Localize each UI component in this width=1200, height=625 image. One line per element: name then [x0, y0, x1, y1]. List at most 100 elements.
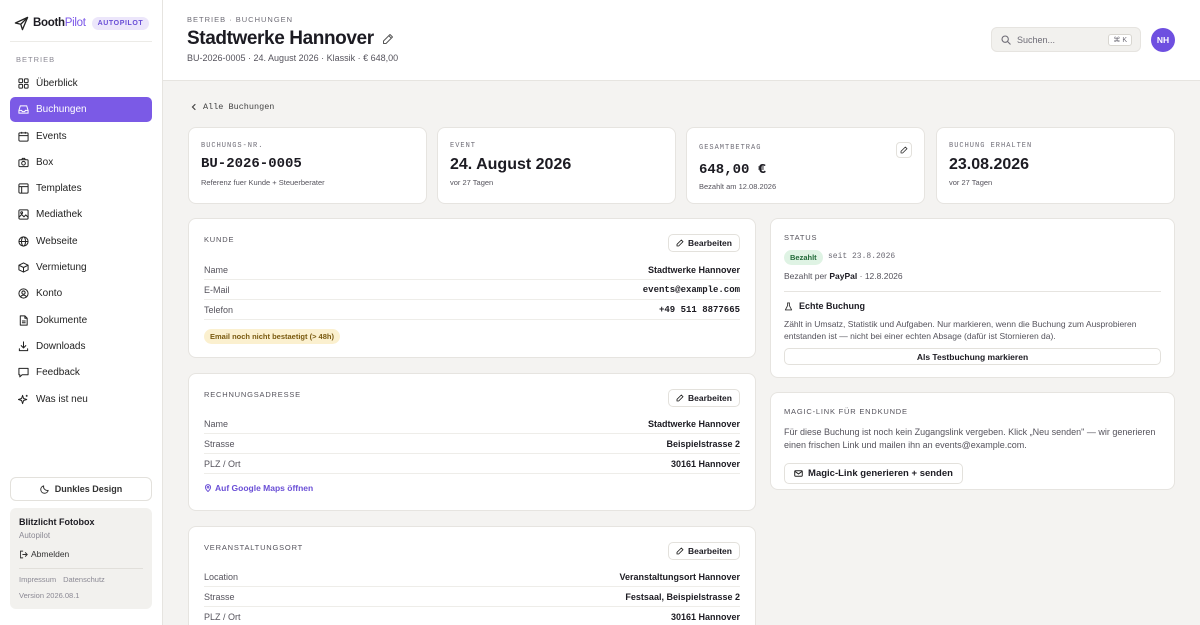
row-value: 30161 Hannover [670, 611, 740, 622]
section-label: VERANSTALTUNGSORT [204, 543, 304, 552]
generate-magic-link-button[interactable]: Magic-Link generieren + senden [784, 463, 963, 484]
sidebar-item-feedback[interactable]: Feedback [10, 360, 152, 385]
edit-venue-button[interactable]: Bearbeiten [668, 542, 740, 560]
sidebar-item-label: Templates [36, 183, 82, 195]
real-booking-description: Zählt in Umsatz, Statistik und Aufgaben.… [784, 319, 1137, 341]
edit-billing-button[interactable]: Bearbeiten [668, 389, 740, 407]
camera-icon [18, 157, 29, 168]
avatar[interactable]: NH [1151, 28, 1175, 52]
row-value: Festsaal, Beispielstrasse 2 [625, 591, 740, 602]
stat-label: BUCHUNG ERHALTEN [949, 142, 1033, 150]
table-row: Telefon +49 511 8877665 [204, 300, 740, 320]
row-key: Strasse [204, 591, 235, 602]
mark-test-booking-button[interactable]: Als Testbuchung markieren [784, 348, 1161, 365]
row-key: Location [204, 571, 239, 582]
paper-plane-icon [14, 16, 29, 30]
search-shortcut: ⌘ K [1108, 34, 1132, 46]
edit-label: Bearbeiten [688, 546, 732, 556]
logout-button[interactable]: Abmelden [19, 549, 143, 559]
table-row: Strasse Beispielstrasse 2 [204, 434, 740, 454]
pencil-icon [900, 146, 908, 154]
sidebar-item-mediathek[interactable]: Mediathek [10, 202, 152, 227]
row-key: Strasse [204, 438, 235, 449]
sidebar-item-vermietung[interactable]: Vermietung [10, 255, 152, 280]
image-icon [18, 209, 29, 221]
sidebar-item-label: Dokumente [36, 314, 88, 326]
stat-value: 648,00 € [699, 162, 767, 178]
app-version: Version 2026.08.1 [19, 591, 80, 600]
page-title-wrap: Stadtwerke Hannover [187, 28, 394, 50]
table-row: Strasse Festsaal, Beispielstrasse 2 [204, 587, 740, 607]
row-key: Telefon [204, 304, 234, 315]
stat-card-event: EVENT 24. August 2026 vor 27 Tagen [437, 127, 676, 204]
sidebar-item-label: Buchungen [36, 104, 87, 116]
brand-logo[interactable]: BoothPilot AUTOPILOT [14, 14, 150, 32]
back-link-label: Alle Buchungen [203, 102, 275, 112]
plan-badge: AUTOPILOT [91, 16, 150, 30]
sidebar: BoothPilot AUTOPILOT BETRIEB Überblick B… [0, 0, 163, 625]
payment-info: Bezahlt per PayPal · 12.8.2026 [784, 271, 903, 281]
magic-link-description: Für diese Buchung ist noch kein Zugangsl… [784, 427, 1156, 450]
status-badge: Bezahlt [784, 250, 823, 265]
sidebar-item-templates[interactable]: Templates [10, 176, 152, 201]
sidebar-item-downloads[interactable]: Downloads [10, 334, 152, 359]
map-pin-icon [204, 484, 212, 492]
stat-value: 24. August 2026 [450, 156, 572, 173]
account-divider [19, 568, 143, 569]
search-placeholder: Suchen... [1017, 34, 1056, 45]
sidebar-item-webseite[interactable]: Webseite [10, 229, 152, 254]
sparkle-icon [18, 394, 28, 404]
moon-icon [40, 485, 49, 494]
sidebar-item-label: Webseite [36, 235, 78, 247]
sidebar-item-buchungen[interactable]: Buchungen [10, 97, 152, 123]
package-icon [18, 262, 29, 273]
row-key: PLZ / Ort [204, 611, 241, 622]
row-key: PLZ / Ort [204, 458, 241, 469]
pencil-icon [676, 547, 684, 555]
edit-total-button[interactable] [896, 142, 912, 158]
sidebar-item-label: Was ist neu [36, 393, 88, 405]
table-row: Location Veranstaltungsort Hannover [204, 567, 740, 587]
dark-mode-button[interactable]: Dunkles Design [10, 477, 152, 501]
google-maps-link[interactable]: Auf Google Maps öffnen [204, 483, 313, 493]
stat-label: EVENT [450, 142, 477, 150]
row-key: E-Mail [204, 284, 230, 295]
section-label: RECHNUNGSADRESSE [204, 390, 301, 399]
real-booking-title: Echte Buchung [784, 301, 865, 311]
sidebar-item-was-ist-neu[interactable]: Was ist neu [10, 387, 152, 412]
privacy-link[interactable]: Datenschutz [63, 575, 105, 584]
sidebar-item-ueberblick[interactable]: Überblick [10, 71, 152, 96]
chevron-left-icon [191, 103, 196, 111]
breadcrumb: BETRIEB · BUCHUNGEN [187, 15, 294, 24]
sidebar-item-label: Konto [36, 288, 63, 300]
dark-mode-label: Dunkles Design [54, 484, 123, 494]
customer-card: KUNDE Bearbeiten Name Stadtwerke Hannover… [188, 218, 756, 358]
imprint-link[interactable]: Impressum [19, 575, 56, 584]
sidebar-item-events[interactable]: Events [10, 124, 152, 149]
table-row: PLZ / Ort 30161 Hannover [204, 454, 740, 474]
mail-icon [794, 470, 803, 477]
row-value: events@example.com [642, 284, 740, 295]
row-value: Veranstaltungsort Hannover [619, 571, 740, 582]
edit-customer-button[interactable]: Bearbeiten [668, 234, 740, 252]
sidebar-item-konto[interactable]: Konto [10, 281, 152, 306]
sidebar-section-label: BETRIEB [16, 55, 56, 64]
sidebar-item-box[interactable]: Box [10, 150, 152, 175]
table-row: Name Stadtwerke Hannover [204, 414, 740, 434]
maps-link-label: Auf Google Maps öffnen [215, 483, 314, 493]
chat-icon [18, 368, 29, 378]
sidebar-item-label: Box [36, 156, 54, 168]
search-icon [1001, 34, 1011, 45]
logout-icon [20, 550, 28, 558]
row-value: +49 511 8877665 [658, 304, 740, 315]
edit-label: Bearbeiten [688, 393, 732, 403]
email-warning-badge: Email noch nicht bestaetigt (> 48h) [204, 329, 340, 344]
back-link[interactable]: Alle Buchungen [190, 102, 274, 112]
sidebar-item-dokumente[interactable]: Dokumente [10, 308, 152, 333]
pencil-icon[interactable] [382, 33, 394, 45]
search-input[interactable]: Suchen... ⌘ K [991, 27, 1141, 52]
booking-summary: BU-2026-0005 · 24. August 2026 · Klassik… [187, 53, 399, 63]
sidebar-item-label: Überblick [36, 78, 78, 89]
status-since: seit 23.8.2026 [828, 252, 896, 261]
globe-icon [18, 236, 29, 247]
